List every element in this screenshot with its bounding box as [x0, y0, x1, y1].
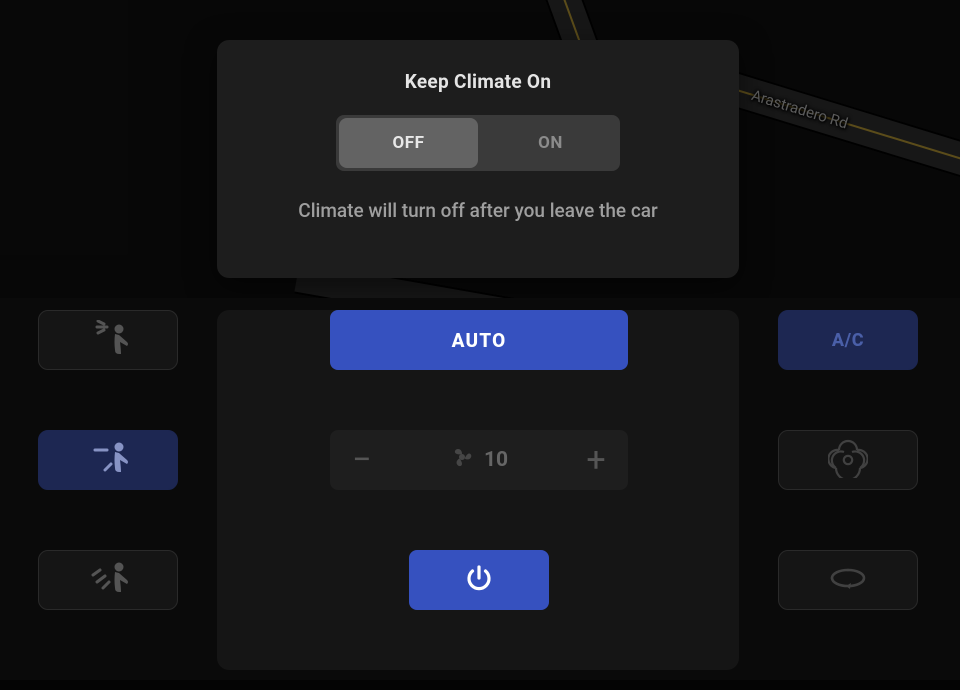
fan-icon — [450, 445, 474, 475]
modal-title: Keep Climate On — [405, 70, 552, 93]
fan-speed-display: 10 — [394, 445, 564, 475]
biohazard-icon — [828, 438, 868, 482]
power-icon — [464, 563, 494, 597]
airflow-face-button[interactable] — [38, 310, 178, 370]
fan-increase-button[interactable]: + — [564, 430, 628, 490]
airflow-face-feet-button[interactable] — [38, 430, 178, 490]
airflow-feet-icon — [83, 560, 133, 600]
keep-climate-on-button[interactable]: ON — [481, 115, 620, 171]
fan-speed-control: − 10 + — [330, 430, 628, 490]
keep-climate-modal: Keep Climate On OFF ON Climate will turn… — [217, 40, 739, 278]
climate-power-button[interactable] — [409, 550, 549, 610]
airflow-feet-button[interactable] — [38, 550, 178, 610]
ac-button[interactable]: A/C — [778, 310, 918, 370]
ac-label: A/C — [832, 330, 864, 351]
climate-panel: AUTO A/C − — [0, 298, 960, 680]
auto-button[interactable]: AUTO — [330, 310, 628, 370]
recirculate-button[interactable] — [778, 550, 918, 610]
airflow-face-icon — [83, 320, 133, 360]
recirculate-icon — [826, 564, 870, 596]
modal-description: Climate will turn off after you leave th… — [298, 199, 657, 222]
bioweapon-defense-button[interactable] — [778, 430, 918, 490]
keep-climate-toggle: OFF ON — [336, 115, 620, 171]
fan-speed-value: 10 — [484, 448, 508, 472]
keep-climate-off-button[interactable]: OFF — [339, 118, 478, 168]
fan-decrease-button[interactable]: − — [330, 430, 394, 490]
airflow-face-feet-icon — [83, 440, 133, 480]
